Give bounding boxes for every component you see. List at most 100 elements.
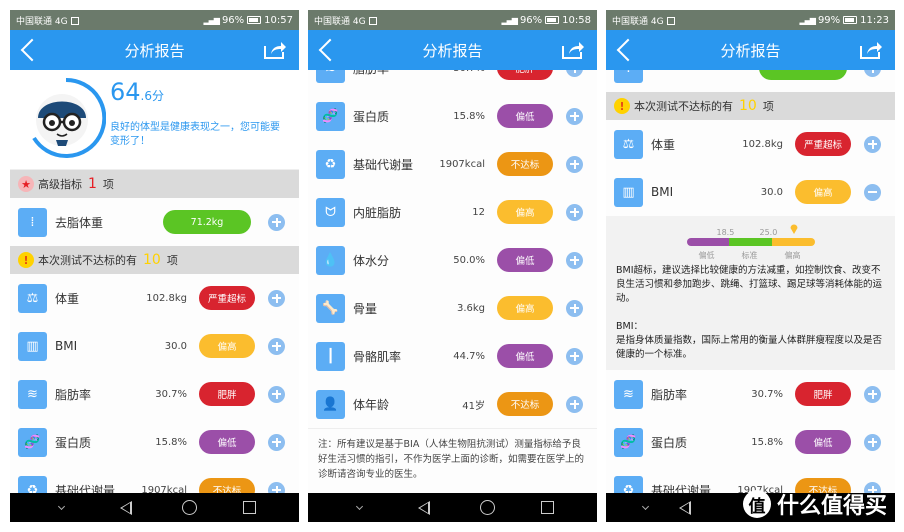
image-icon: [70, 16, 79, 25]
metric-row[interactable]: ♻ 基础代谢量 1907kcal 不达标: [10, 466, 299, 493]
recent-apps-icon[interactable]: [242, 501, 256, 514]
metric-row[interactable]: 💧 体水分 50.0% 偏低: [308, 236, 597, 284]
status-bar: 中国联通 4G ▂▄▆ 99% 11:23: [606, 10, 895, 30]
share-button[interactable]: [263, 40, 287, 60]
expand-icon[interactable]: [566, 70, 583, 77]
metric-name: 体年龄: [353, 397, 390, 412]
expand-icon[interactable]: [864, 135, 881, 153]
metric-name: 体重: [55, 291, 80, 306]
score-card: 64.6分 良好的体型是健康表现之一，您可能要变形了！: [10, 70, 299, 170]
metric-row[interactable]: ▥ BMI 30.0 偏高: [606, 168, 895, 216]
image-icon: [368, 16, 377, 25]
metric-value: 1907kcal: [141, 484, 187, 494]
metric-row[interactable]: 👤 体年龄 41岁 不达标: [308, 380, 597, 428]
recycle-icon: ♻: [316, 149, 345, 179]
recent-apps-icon[interactable]: [540, 501, 554, 514]
collapse-icon[interactable]: [864, 183, 881, 201]
back-button[interactable]: [316, 38, 336, 62]
metric-name: BMI: [651, 185, 674, 199]
home-circle-icon[interactable]: [181, 500, 197, 515]
battery-icon: [247, 15, 262, 24]
bmi-segment-high: [771, 238, 815, 246]
failed-count: 10: [739, 98, 757, 114]
metric-row[interactable]: 🧬 蛋白质 15.8% 偏低: [606, 418, 895, 466]
android-nav-bar: [10, 493, 299, 522]
advanced-metrics-header: ★ 高级指标 1 项: [10, 170, 299, 198]
back-triangle-icon[interactable]: [117, 499, 135, 517]
metric-list: ⚖ 体重 102.8kg 严重超标 ▥ BMI 30.0 偏高: [606, 120, 895, 216]
page-title: 分析报告: [124, 41, 185, 60]
metric-row[interactable]: ⚖ 体重 102.8kg 严重超标: [10, 274, 299, 322]
fat-icon: ≋: [614, 379, 643, 409]
metric-row[interactable]: 🧬 蛋白质 15.8% 偏低: [308, 92, 597, 140]
bmi-bar: [686, 238, 815, 246]
back-triangle-icon[interactable]: [415, 499, 433, 517]
expand-icon[interactable]: [268, 289, 285, 307]
share-button[interactable]: [859, 40, 883, 60]
metric-name: 基础代谢量: [55, 483, 116, 494]
bmi-definition-title: BMI：: [616, 321, 644, 332]
status-badge: 肥胖: [795, 382, 851, 406]
metric-row-lean-mass[interactable]: ⁞ 去脂体重 71.2kg: [10, 198, 299, 246]
chevron-down-icon[interactable]: [351, 499, 369, 517]
metric-row[interactable]: ≋ 脂肪率 30.7% 肥胖: [10, 370, 299, 418]
expand-icon[interactable]: [566, 395, 583, 413]
metric-row[interactable]: ⚖ 体重 102.8kg 严重超标: [606, 120, 895, 168]
chevron-down-icon[interactable]: [637, 499, 655, 517]
recycle-icon: ♻: [614, 475, 643, 493]
metric-value-pill: 71.2kg: [163, 210, 251, 234]
expand-icon[interactable]: [864, 385, 881, 403]
metric-name: 基础代谢量: [651, 483, 712, 494]
watermark-badge: 值: [742, 490, 771, 518]
metric-name: 骨骼肌率: [353, 349, 402, 364]
home-circle-icon[interactable]: [479, 500, 495, 515]
expand-icon[interactable]: [268, 433, 285, 451]
metric-value: 30.7%: [751, 388, 783, 400]
metric-row[interactable]: ♻ 基础代谢量 1907kcal 不达标: [308, 140, 597, 188]
metric-row[interactable]: 🦴 骨量 3.6kg 偏高: [308, 284, 597, 332]
warning-icon: !: [614, 98, 630, 114]
watermark-text: 什么值得买: [776, 494, 887, 519]
report-content[interactable]: ⁞ ! 本次测试不达标的有 10 项 ⚖ 体重 102.8kg 严重超标 ▥ BMI 30.…: [606, 70, 895, 493]
expand-icon[interactable]: [268, 385, 285, 403]
report-content[interactable]: 64.6分 良好的体型是健康表现之一，您可能要变形了！ ★ 高级指标 1 项 ⁞…: [10, 70, 299, 493]
expand-icon[interactable]: [566, 299, 583, 317]
disclaimer-note: 注：所有建议是基于BIA（人体生物阻抗测试）测量指标给予良好生活习惯的指引，不作…: [308, 428, 597, 490]
bmi-label-normal: 标准: [741, 251, 758, 260]
metric-row[interactable]: ┃ 骨骼肌率 44.7% 偏低: [308, 332, 597, 380]
metric-row[interactable]: ≋ 脂肪率 30.7% 肥胖: [308, 70, 597, 92]
metric-row[interactable]: ▥ BMI 30.0 偏高: [10, 322, 299, 370]
metric-value: 50.0%: [453, 254, 485, 266]
expand-icon[interactable]: [566, 347, 583, 365]
dna-icon: 🧬: [18, 427, 47, 457]
chevron-down-icon[interactable]: [53, 499, 71, 517]
metric-value: 15.8%: [453, 110, 485, 122]
expand-icon[interactable]: [268, 213, 285, 231]
expand-icon[interactable]: [864, 433, 881, 451]
back-triangle-icon[interactable]: [676, 499, 694, 517]
expand-icon[interactable]: [566, 155, 583, 173]
expand-icon[interactable]: [566, 107, 583, 125]
expand-icon[interactable]: [268, 481, 285, 493]
report-content[interactable]: ≋ 脂肪率 30.7% 肥胖 🧬 蛋白质 15.8% 偏低 ♻ 基础代谢量 1907kcal 不达标 ᗢ…: [308, 70, 597, 493]
metric-row[interactable]: ≋ 脂肪率 30.7% 肥胖: [606, 370, 895, 418]
spine-icon: ⁞: [18, 207, 47, 237]
back-button[interactable]: [18, 38, 38, 62]
expand-icon[interactable]: [566, 203, 583, 221]
fat-icon: ≋: [316, 70, 345, 83]
status-badge: 偏高: [497, 200, 553, 224]
expand-icon[interactable]: [268, 337, 285, 355]
metric-value: 1907kcal: [439, 158, 485, 170]
spine-icon: ⁞: [614, 70, 643, 83]
metric-row-lean-mass[interactable]: ⁞: [606, 70, 895, 92]
share-button[interactable]: [561, 40, 585, 60]
metric-name: 脂肪率: [55, 387, 92, 402]
metric-row[interactable]: ᗢ 内脏脂肪 12 偏高: [308, 188, 597, 236]
bmi-marker-icon: [790, 224, 797, 234]
expand-icon[interactable]: [566, 251, 583, 269]
metric-name: 去脂体重: [55, 215, 104, 230]
back-button[interactable]: [614, 38, 634, 62]
metric-row[interactable]: 🧬 蛋白质 15.8% 偏低: [10, 418, 299, 466]
expand-icon[interactable]: [864, 70, 881, 77]
metric-value: 102.8kg: [146, 292, 187, 304]
